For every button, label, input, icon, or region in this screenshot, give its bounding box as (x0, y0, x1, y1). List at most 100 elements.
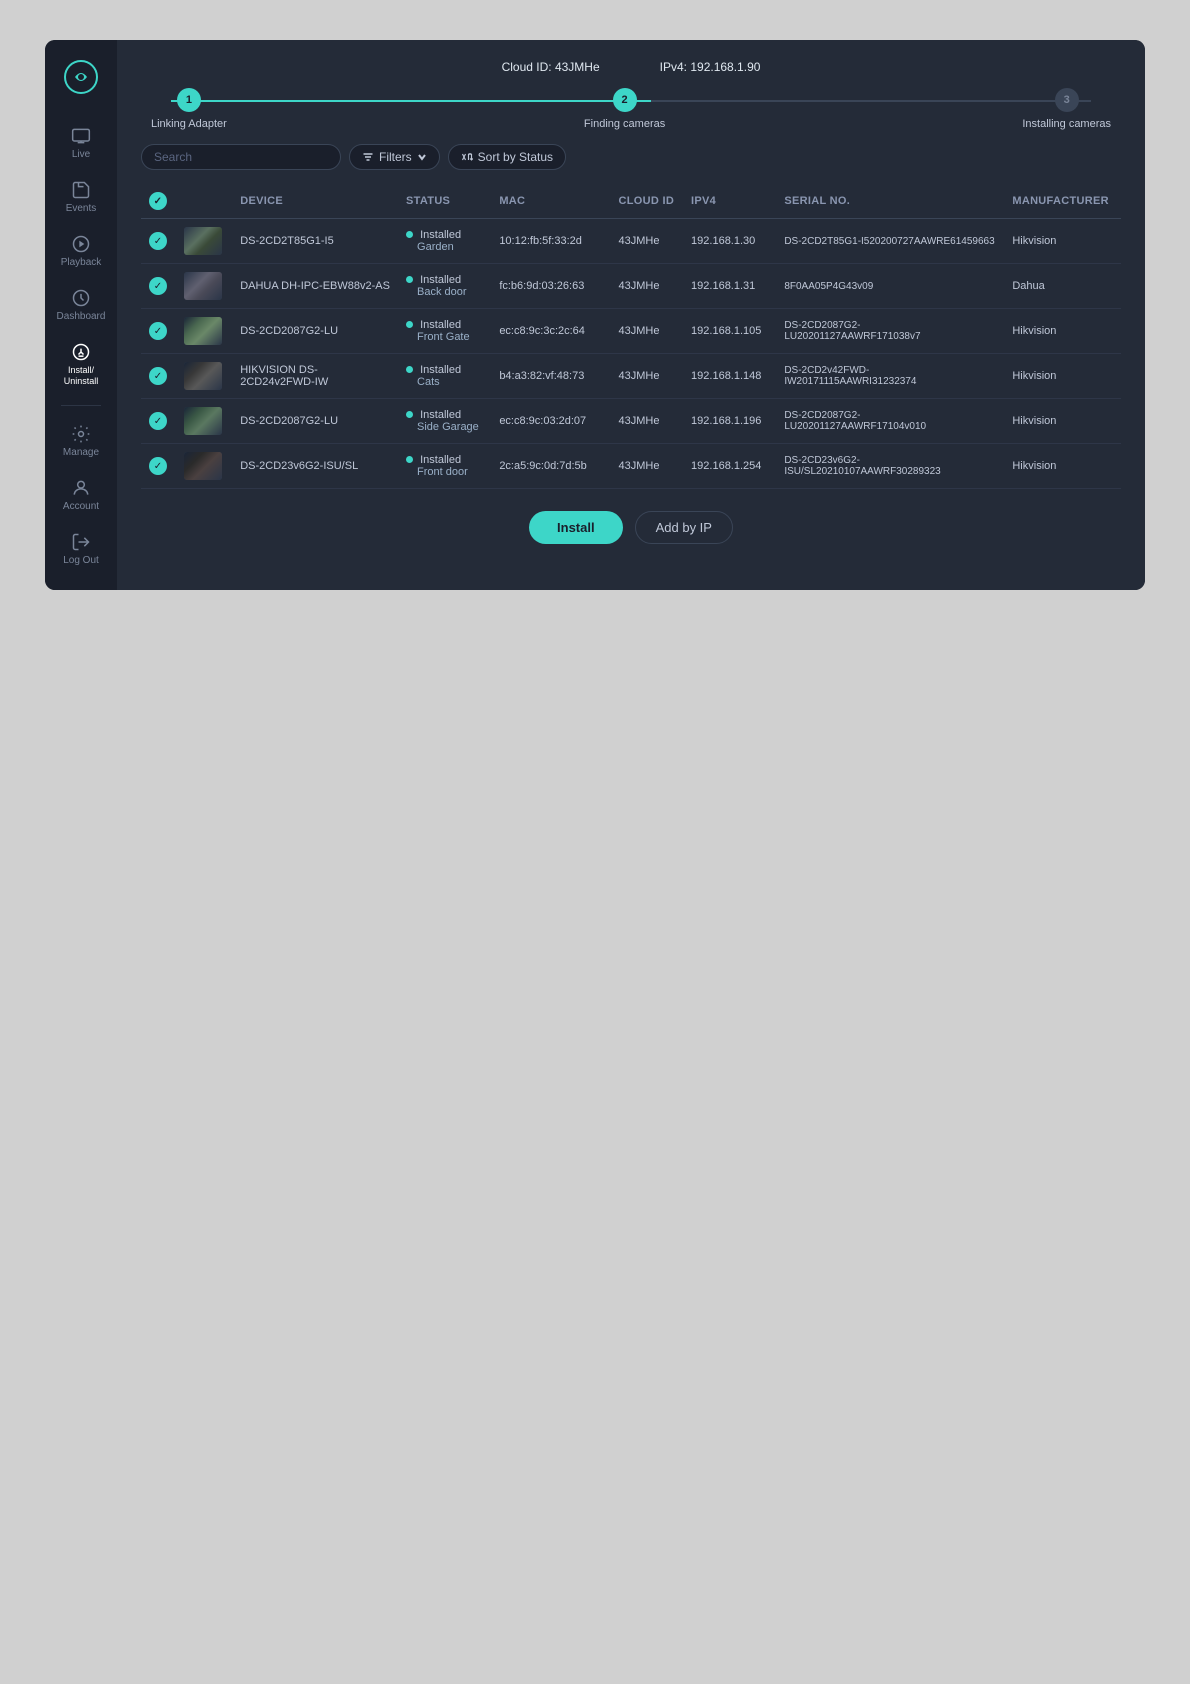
row-check[interactable]: ✓ (141, 399, 176, 444)
status-text: Installed (420, 364, 461, 376)
filters-button[interactable]: Filters (349, 144, 440, 170)
row-device: DS-2CD2T85G1-I5 (232, 219, 398, 264)
status-indicator (406, 411, 413, 418)
status-location: Cats (406, 376, 440, 388)
row-status: Installed Front Gate (398, 309, 491, 354)
search-input[interactable] (141, 144, 341, 170)
status-location: Front door (406, 466, 468, 478)
status-indicator (406, 366, 413, 373)
ipv4-label: IPv4: (660, 60, 687, 74)
sidebar-item-logout[interactable]: Log Out (45, 524, 117, 574)
step-2-label: Finding cameras (584, 118, 665, 130)
sidebar-item-manage[interactable]: Manage (45, 416, 117, 466)
bottom-bar: Install Add by IP (141, 511, 1121, 544)
status-text: Installed (420, 229, 461, 241)
table-row[interactable]: ✓ DS-2CD2087G2-LU Installed Front Gate e… (141, 309, 1121, 354)
app-wrapper: Live Events Playback Dashboard (45, 40, 1145, 590)
install-button[interactable]: Install (529, 511, 623, 544)
sort-icon (461, 151, 473, 163)
status-indicator (406, 456, 413, 463)
select-all-check[interactable]: ✓ (149, 192, 167, 210)
table-row[interactable]: ✓ DS-2CD2087G2-LU Installed Side Garage … (141, 399, 1121, 444)
status-location: Garden (406, 241, 454, 253)
row-checkbox[interactable]: ✓ (149, 457, 167, 475)
table-row[interactable]: ✓ DS-2CD2T85G1-I5 Installed Garden 10:12… (141, 219, 1121, 264)
sidebar-item-playback[interactable]: Playback (45, 226, 117, 276)
row-cloudid: 43JMHe (611, 399, 684, 444)
row-status: Installed Side Garage (398, 399, 491, 444)
table-row[interactable]: ✓ DAHUA DH-IPC-EBW88v2-AS Installed Back… (141, 264, 1121, 309)
sidebar-label-events: Events (66, 203, 97, 214)
sidebar-label-manage: Manage (63, 447, 99, 458)
sidebar-item-dashboard[interactable]: Dashboard (45, 280, 117, 330)
col-header-cloudid: Cloud ID (611, 184, 684, 219)
row-checkbox[interactable]: ✓ (149, 367, 167, 385)
filters-label: Filters (379, 150, 412, 164)
row-check[interactable]: ✓ (141, 309, 176, 354)
table-header-row: ✓ Device Status MAC Cloud ID (141, 184, 1121, 219)
thumbnail-image (184, 317, 222, 345)
sidebar-item-events[interactable]: Events (45, 172, 117, 222)
live-icon (71, 126, 91, 146)
main-content: Cloud ID: 43JMHe IPv4: 192.168.1.90 1 Li… (117, 40, 1145, 590)
row-status: Installed Front door (398, 444, 491, 489)
row-serial: DS-2CD2087G2-LU20201127AAWRF17104v010 (776, 399, 1004, 444)
row-device: DS-2CD2087G2-LU (232, 399, 398, 444)
step-1-label: Linking Adapter (151, 118, 227, 130)
filters-chevron-icon (417, 152, 427, 162)
row-status: Installed Garden (398, 219, 491, 264)
row-check[interactable]: ✓ (141, 354, 176, 399)
thumbnail-image (184, 362, 222, 390)
thumbnail-image (184, 452, 222, 480)
table-row[interactable]: ✓ HIKVISION DS-2CD24v2FWD-IW Installed C… (141, 354, 1121, 399)
step-1-circle: 1 (177, 88, 201, 112)
col-header-serial: Serial no. (776, 184, 1004, 219)
sort-button[interactable]: Sort by Status (448, 144, 566, 170)
row-checkbox[interactable]: ✓ (149, 232, 167, 250)
row-ipv4: 192.168.1.30 (683, 219, 776, 264)
row-manufacturer: Hikvision (1004, 309, 1121, 354)
ipv4-value: 192.168.1.90 (690, 60, 760, 74)
row-device: HIKVISION DS-2CD24v2FWD-IW (232, 354, 398, 399)
sidebar-item-account[interactable]: Account (45, 470, 117, 520)
status-indicator (406, 276, 413, 283)
step-3-label: Installing cameras (1022, 118, 1111, 130)
row-check[interactable]: ✓ (141, 219, 176, 264)
step-1-number: 1 (186, 94, 192, 106)
col-header-check: ✓ (141, 184, 176, 219)
status-text: Installed (420, 454, 461, 466)
sidebar-item-install[interactable]: Install/Uninstall (45, 334, 117, 395)
row-status: Installed Back door (398, 264, 491, 309)
camera-thumbnail (184, 362, 222, 390)
col-header-mac: MAC (491, 184, 610, 219)
sidebar-label-live: Live (72, 149, 90, 160)
row-manufacturer: Hikvision (1004, 354, 1121, 399)
camera-thumbnail (184, 272, 222, 300)
top-bar: Cloud ID: 43JMHe IPv4: 192.168.1.90 (141, 60, 1121, 74)
step-2-circle: 2 (613, 88, 637, 112)
row-checkbox[interactable]: ✓ (149, 277, 167, 295)
row-checkbox[interactable]: ✓ (149, 412, 167, 430)
status-location: Front Gate (406, 331, 470, 343)
row-thumb (176, 264, 232, 309)
col-header-thumb (176, 184, 232, 219)
row-cloudid: 43JMHe (611, 354, 684, 399)
table-row[interactable]: ✓ DS-2CD23v6G2-ISU/SL Installed Front do… (141, 444, 1121, 489)
row-cloudid: 43JMHe (611, 309, 684, 354)
row-check[interactable]: ✓ (141, 444, 176, 489)
sidebar-label-dashboard: Dashboard (57, 311, 106, 322)
camera-thumbnail (184, 227, 222, 255)
row-checkbox[interactable]: ✓ (149, 322, 167, 340)
sidebar-item-live[interactable]: Live (45, 118, 117, 168)
cloud-id-value: 43JMHe (555, 60, 600, 74)
step-2: 2 Finding cameras (227, 88, 1023, 130)
camera-thumbnail (184, 317, 222, 345)
add-by-ip-button[interactable]: Add by IP (635, 511, 733, 544)
row-mac: ec:c8:9c:3c:2c:64 (491, 309, 610, 354)
row-check[interactable]: ✓ (141, 264, 176, 309)
install-icon (71, 342, 91, 362)
row-serial: DS-2CD2T85G1-I520200727AAWRE61459663 (776, 219, 1004, 264)
sidebar-label-install: Install/Uninstall (64, 365, 99, 387)
step-3: 3 Installing cameras (1022, 88, 1111, 130)
playback-icon (71, 234, 91, 254)
